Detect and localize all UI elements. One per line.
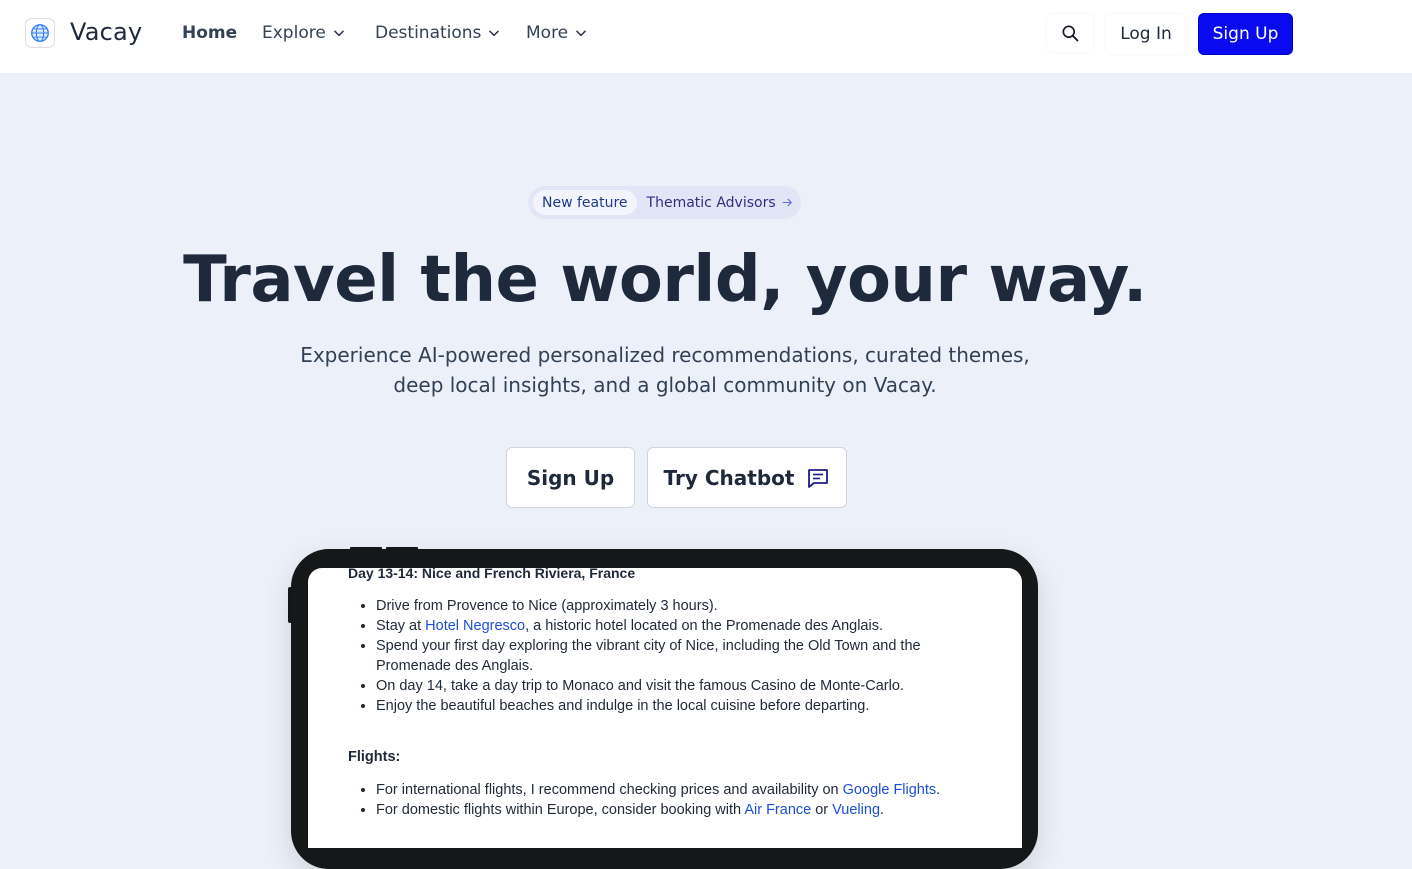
list-item-text: . (936, 782, 941, 798)
logo[interactable] (25, 18, 55, 48)
list-item-text: For international flights, I recommend c… (376, 782, 843, 798)
nav-home[interactable]: Home (182, 23, 237, 43)
list-item: Enjoy the beautiful beaches and indulge … (376, 696, 988, 716)
thematic-advisors-label: Thematic Advisors (646, 194, 776, 211)
nav-home-label: Home (182, 23, 238, 43)
list-item-text: Spend your first day exploring the vibra… (376, 638, 921, 674)
list-item: For international flights, I recommend c… (376, 780, 988, 800)
day-list: Drive from Provence to Nice (approximate… (348, 596, 988, 716)
brand-name[interactable]: Vacay (70, 18, 142, 46)
search-button[interactable] (1047, 14, 1093, 52)
new-feature-badge: New feature (533, 190, 637, 215)
list-item: Spend your first day exploring the vibra… (376, 636, 988, 676)
list-item: For domestic flights within Europe, cons… (376, 800, 988, 820)
list-item-text: On day 14, take a day trip to Monaco and… (376, 678, 904, 694)
chevron-down-icon (576, 30, 586, 37)
try-chatbot-button[interactable]: Try Chatbot (647, 447, 847, 508)
flights-title: Flights: (348, 749, 401, 765)
list-item-text: For domestic flights within Europe, cons… (376, 802, 745, 818)
device-screen: Day 13-14: Nice and French Riviera, Fran… (308, 568, 1022, 848)
signup-button[interactable]: Sign Up (1198, 13, 1293, 55)
list-item-text: . (880, 802, 885, 818)
flights-list: For international flights, I recommend c… (348, 780, 988, 820)
nav-explore[interactable]: Explore (262, 23, 346, 43)
chat-icon (808, 468, 829, 488)
air-france-link[interactable]: Air France (744, 802, 811, 818)
nav-explore-label: Explore (262, 23, 326, 43)
day-title: Day 13-14: Nice and French Riviera, Fran… (348, 568, 636, 581)
arrow-right-icon (782, 198, 792, 207)
nav-more[interactable]: More (526, 23, 588, 43)
hero-headline: Travel the world, your way. (183, 243, 1147, 317)
list-item: Stay at Hotel Negresco, a historic hotel… (376, 616, 988, 636)
itinerary-content: Day 13-14: Nice and French Riviera, Fran… (348, 568, 988, 820)
list-item-text: Stay at (376, 618, 426, 634)
chevron-down-icon (334, 30, 344, 37)
list-item-text: Drive from Provence to Nice (approximate… (376, 598, 718, 614)
google-flights-link[interactable]: Google Flights (843, 782, 937, 798)
nav-destinations-label: Destinations (375, 23, 482, 43)
thematic-advisors-link[interactable]: Thematic Advisors (647, 195, 794, 211)
list-item-text: Enjoy the beautiful beaches and indulge … (376, 698, 870, 714)
list-item: Drive from Provence to Nice (approximate… (376, 596, 988, 616)
hero-subline: Experience AI-powered personalized recom… (300, 343, 1030, 397)
chevron-down-icon (489, 30, 500, 37)
feature-announcement[interactable]: New feature Thematic Advisors (528, 186, 801, 219)
vueling-link[interactable]: Vueling (832, 802, 880, 818)
try-chatbot-label: Try Chatbot (663, 465, 795, 490)
search-icon (1062, 25, 1079, 42)
hero-signup-button[interactable]: Sign Up (506, 447, 635, 508)
navbar: Vacay Home Explore Destinations More Log… (0, 0, 1412, 73)
list-item: On day 14, take a day trip to Monaco and… (376, 676, 988, 696)
hotel-negresco-link[interactable]: Hotel Negresco (425, 618, 525, 634)
nav-more-label: More (526, 23, 569, 43)
globe-icon (31, 24, 49, 42)
login-button[interactable]: Log In (1106, 14, 1186, 54)
list-item-text: or (811, 802, 833, 818)
nav-destinations[interactable]: Destinations (375, 23, 501, 43)
list-item-text: , a historic hotel located on the Promen… (525, 618, 884, 634)
